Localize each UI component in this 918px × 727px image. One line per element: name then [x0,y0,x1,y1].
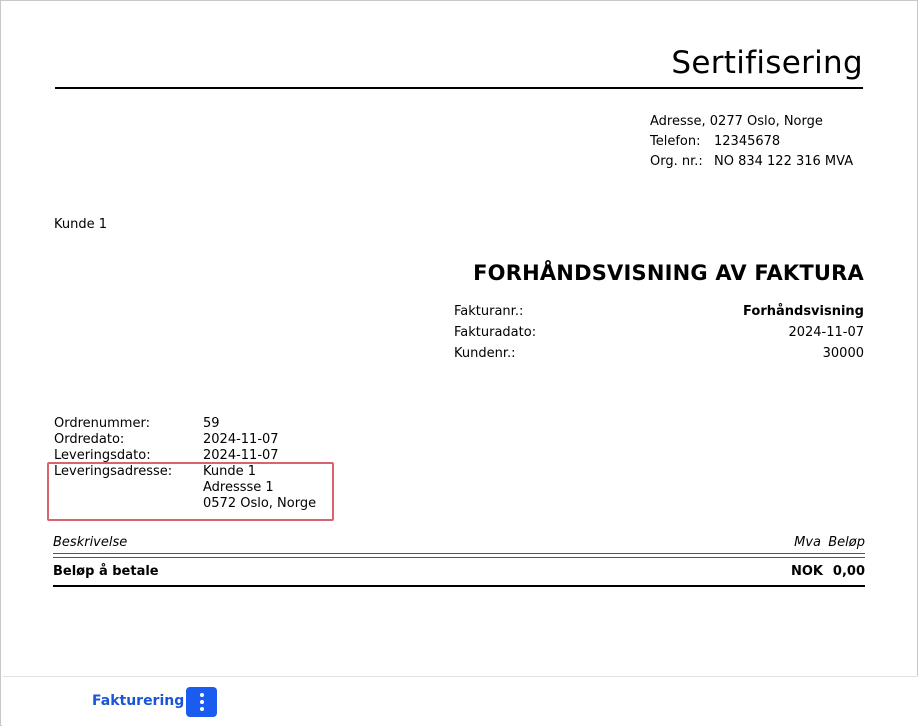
company-info: Adresse, 0277 Oslo, Norge Telefon: 12345… [650,112,853,172]
invoice-preview-page: Sertifisering Adresse, 0277 Oslo, Norge … [0,0,918,727]
title-divider [55,87,863,89]
customer-number-row: Kundenr.: 30000 [454,343,864,364]
org-number-value: NO 834 122 316 MVA [714,154,854,169]
description-header: Beskrivelse [53,535,128,550]
order-number-value: 59 [203,416,220,431]
invoice-date-value: 2024-11-07 [788,325,864,340]
total-currency: NOK [790,564,823,579]
order-date-value: 2024-11-07 [203,432,279,447]
company-title: Sertifisering [671,45,863,81]
customer-name: Kunde 1 [54,217,108,232]
invoice-number-row: Fakturanr.: Forhåndsvisning [454,301,864,322]
org-number-label: Org. nr.: [650,154,703,169]
invoice-number-label: Fakturanr.: [454,304,524,319]
phone-value: 12345678 [714,134,781,149]
total-amount: 0,00 [832,564,865,579]
invoice-lines: Beskrivelse Mva Beløp Beløp å betale NOK… [53,534,865,587]
invoice-title: FORHÅNDSVISNING AV FAKTURA [473,261,864,285]
vat-header: Mva [794,535,821,550]
bottom-action-bar: Fakturering [2,676,918,727]
lines-header-divider [53,553,865,558]
lines-header: Beskrivelse Mva Beløp [53,534,865,552]
invoice-meta: Fakturanr.: Forhåndsvisning Fakturadato:… [454,301,864,364]
order-date-label: Ordredato: [54,432,125,447]
fakturering-link[interactable]: Fakturering [92,693,184,709]
total-label: Beløp å betale [53,564,159,579]
invoice-date-row: Fakturadato: 2024-11-07 [454,322,864,343]
invoice-number-value: Forhåndsvisning [743,304,864,319]
delivery-address-highlight [47,462,334,521]
company-address: Adresse, 0277 Oslo, Norge [650,114,823,129]
invoice-date-label: Fakturadato: [454,325,537,340]
customer-number-value: 30000 [822,346,864,361]
order-number-label: Ordrenummer: [54,416,150,431]
phone-label: Telefon: [650,134,701,149]
customer-number-label: Kundenr.: [454,346,516,361]
total-divider [53,585,865,587]
more-options-button[interactable] [186,687,217,717]
total-row: Beløp å betale NOK 0,00 [53,564,865,580]
more-vertical-icon [199,693,204,697]
amount-header: Beløp [828,535,865,550]
